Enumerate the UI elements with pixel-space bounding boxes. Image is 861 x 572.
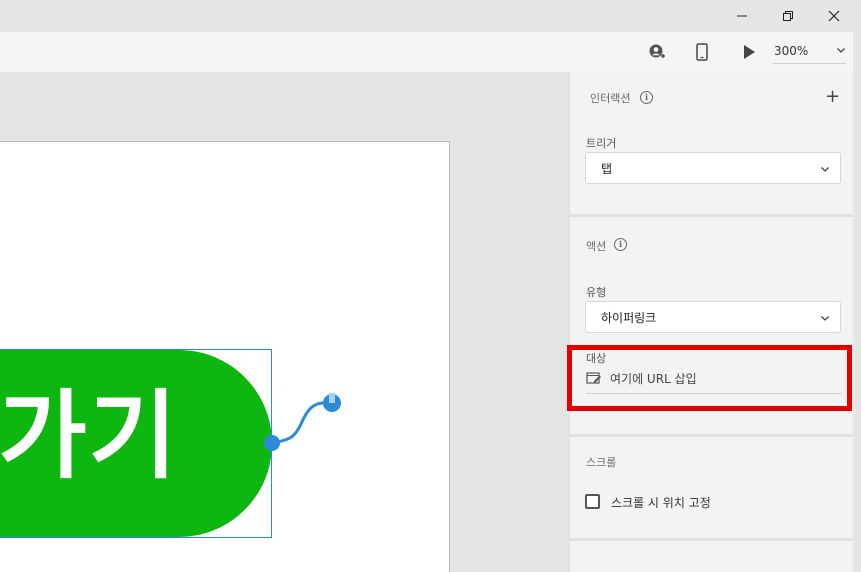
button-label-text: 로가기 [0,380,179,492]
wire-source-handle [264,435,280,451]
device-preview-button[interactable] [690,40,714,64]
type-label: 유형 [586,286,607,299]
mobile-preview-icon [696,43,708,61]
panel-scroll-edge [853,72,861,572]
close-icon [828,10,840,22]
design-canvas[interactable]: 로가기 [0,72,569,572]
trigger-label: 트리거 [586,137,617,150]
info-icon[interactable]: i [614,238,627,251]
section-divider [570,434,853,437]
section-divider [570,538,853,541]
url-input[interactable] [610,366,840,392]
toolbar: 300% [0,32,861,72]
user-share-icon [649,44,665,58]
action-section-title: 액션 [586,240,607,253]
plus-icon[interactable]: + [825,88,840,106]
url-field[interactable] [586,366,842,394]
section-divider [570,214,853,217]
scroll-section-title: 스크롤 [586,456,617,469]
zoom-select[interactable]: 300% [773,38,846,64]
trigger-select[interactable]: 탭 [585,152,841,184]
link-edit-icon [586,372,601,384]
play-preview-button[interactable] [737,40,761,64]
action-type-select[interactable]: 하이퍼링크 [585,301,841,333]
fix-position-label: 스크롤 시 위치 고정 [611,496,711,510]
fix-position-checkbox[interactable] [585,494,600,509]
zoom-value: 300% [774,43,809,58]
interaction-wire[interactable] [255,382,355,462]
green-button-shape[interactable]: 로가기 [0,350,272,537]
info-icon[interactable]: i [640,91,653,104]
minimize-icon [737,15,747,17]
chevron-down-icon [821,167,829,172]
chevron-down-icon [837,48,845,53]
share-user-button[interactable] [645,40,669,64]
wire-arrow-icon [329,393,335,403]
restore-button[interactable] [765,0,811,32]
restore-icon [783,11,793,21]
interaction-section-title: 인터랙션 [590,92,631,105]
target-label: 대상 [586,352,607,365]
action-type-value: 하이퍼링크 [601,310,657,325]
trigger-value: 탭 [601,161,613,176]
play-icon [744,45,755,59]
minimize-button[interactable] [719,0,765,32]
title-bar [0,0,861,32]
chevron-down-icon [821,316,829,321]
close-window-button[interactable] [811,0,857,32]
toolbar-edge [853,32,861,72]
